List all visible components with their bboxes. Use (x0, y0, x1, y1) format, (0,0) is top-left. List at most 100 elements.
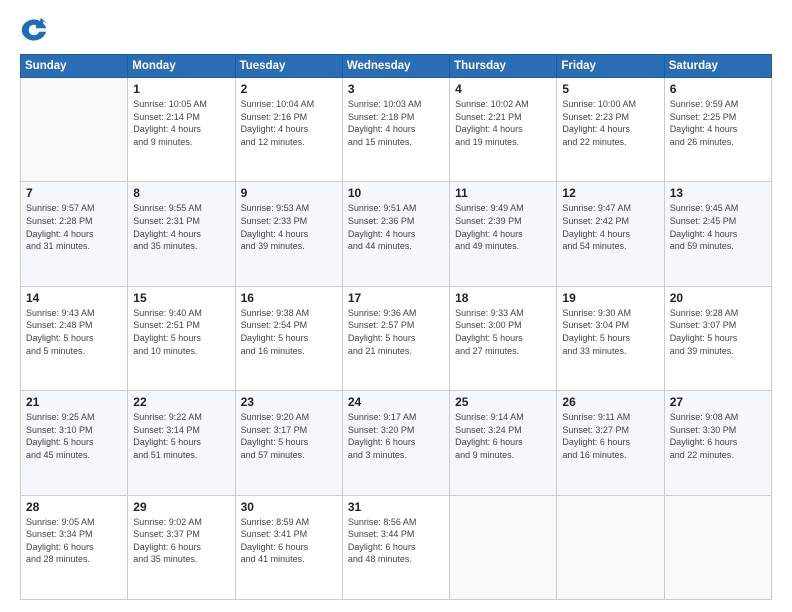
day-info: Sunrise: 9:22 AM Sunset: 3:14 PM Dayligh… (133, 411, 229, 461)
day-info: Sunrise: 9:14 AM Sunset: 3:24 PM Dayligh… (455, 411, 551, 461)
calendar-cell: 10 Sunrise: 9:51 AM Sunset: 2:36 PM Dayli… (342, 182, 449, 286)
weekday-header-saturday: Saturday (664, 55, 771, 78)
logo (20, 16, 50, 44)
calendar-cell: 11Sunrise: 9:49 AM Sunset: 2:39 PM Dayli… (450, 182, 557, 286)
weekday-row: SundayMondayTuesdayWednesdayThursdayFrid… (21, 55, 772, 78)
weekday-header-sunday: Sunday (21, 55, 128, 78)
weekday-header-tuesday: Tuesday (235, 55, 342, 78)
calendar-cell: 19 Sunrise: 9:30 AM Sunset: 3:04 PM Dayli… (557, 286, 664, 390)
weekday-header-friday: Friday (557, 55, 664, 78)
day-number: 12 (562, 186, 658, 200)
day-number: 11 (455, 186, 551, 200)
day-number: 30 (241, 500, 337, 514)
calendar-cell (557, 495, 664, 599)
calendar-cell: 28Sunrise: 9:05 AM Sunset: 3:34 PM Dayli… (21, 495, 128, 599)
calendar-cell: 12 Sunrise: 9:47 AM Sunset: 2:42 PM Dayli… (557, 182, 664, 286)
day-number: 8 (133, 186, 229, 200)
calendar-cell: 29 Sunrise: 9:02 AM Sunset: 3:37 PM Dayli… (128, 495, 235, 599)
day-info: Sunrise: 9:43 AM Sunset: 2:48 PM Dayligh… (26, 307, 122, 357)
calendar-cell: 5Sunrise: 10:00 AM Sunset: 2:23 PM Dayli… (557, 78, 664, 182)
day-info: Sunrise: 8:59 AM Sunset: 3:41 PM Dayligh… (241, 516, 337, 566)
calendar-cell: 1Sunrise: 10:05 AM Sunset: 2:14 PM Dayli… (128, 78, 235, 182)
day-info: Sunrise: 9:30 AM Sunset: 3:04 PM Dayligh… (562, 307, 658, 357)
day-number: 22 (133, 395, 229, 409)
day-info: Sunrise: 9:36 AM Sunset: 2:57 PM Dayligh… (348, 307, 444, 357)
calendar-cell: 3 Sunrise: 10:03 AM Sunset: 2:18 PM Dayli… (342, 78, 449, 182)
day-number: 13 (670, 186, 766, 200)
day-info: Sunrise: 9:40 AM Sunset: 2:51 PM Dayligh… (133, 307, 229, 357)
calendar-cell: 26Sunrise: 9:11 AM Sunset: 3:27 PM Dayli… (557, 391, 664, 495)
calendar-cell (450, 495, 557, 599)
day-number: 2 (241, 82, 337, 96)
day-info: Sunrise: 9:38 AM Sunset: 2:54 PM Dayligh… (241, 307, 337, 357)
day-number: 21 (26, 395, 122, 409)
day-number: 28 (26, 500, 122, 514)
calendar-header: SundayMondayTuesdayWednesdayThursdayFrid… (21, 55, 772, 78)
calendar-cell: 16 Sunrise: 9:38 AM Sunset: 2:54 PM Dayli… (235, 286, 342, 390)
calendar-cell: 4 Sunrise: 10:02 AM Sunset: 2:21 PM Dayli… (450, 78, 557, 182)
day-number: 19 (562, 291, 658, 305)
day-info: Sunrise: 9:57 AM Sunset: 2:28 PM Dayligh… (26, 202, 122, 252)
calendar-cell: 2 Sunrise: 10:04 AM Sunset: 2:16 PM Dayli… (235, 78, 342, 182)
day-number: 16 (241, 291, 337, 305)
calendar-cell: 17 Sunrise: 9:36 AM Sunset: 2:57 PM Dayli… (342, 286, 449, 390)
day-info: Sunrise: 9:28 AM Sunset: 3:07 PM Dayligh… (670, 307, 766, 357)
calendar-cell: 20Sunrise: 9:28 AM Sunset: 3:07 PM Dayli… (664, 286, 771, 390)
day-number: 17 (348, 291, 444, 305)
day-info: Sunrise: 10:03 AM Sunset: 2:18 PM Daylig… (348, 98, 444, 148)
day-number: 29 (133, 500, 229, 514)
calendar-week-2: 7Sunrise: 9:57 AM Sunset: 2:28 PM Daylig… (21, 182, 772, 286)
day-number: 27 (670, 395, 766, 409)
day-number: 31 (348, 500, 444, 514)
calendar-table: SundayMondayTuesdayWednesdayThursdayFrid… (20, 54, 772, 600)
calendar-week-5: 28Sunrise: 9:05 AM Sunset: 3:34 PM Dayli… (21, 495, 772, 599)
day-number: 10 (348, 186, 444, 200)
calendar-week-3: 14 Sunrise: 9:43 AM Sunset: 2:48 PM Dayli… (21, 286, 772, 390)
calendar-cell: 13 Sunrise: 9:45 AM Sunset: 2:45 PM Dayli… (664, 182, 771, 286)
calendar-cell: 21 Sunrise: 9:25 AM Sunset: 3:10 PM Dayli… (21, 391, 128, 495)
logo-icon (20, 16, 48, 44)
calendar-week-4: 21 Sunrise: 9:25 AM Sunset: 3:10 PM Dayli… (21, 391, 772, 495)
calendar-cell: 18 Sunrise: 9:33 AM Sunset: 3:00 PM Dayli… (450, 286, 557, 390)
day-info: Sunrise: 9:51 AM Sunset: 2:36 PM Dayligh… (348, 202, 444, 252)
weekday-header-thursday: Thursday (450, 55, 557, 78)
day-info: Sunrise: 10:02 AM Sunset: 2:21 PM Daylig… (455, 98, 551, 148)
page: SundayMondayTuesdayWednesdayThursdayFrid… (0, 0, 792, 612)
calendar-cell: 22 Sunrise: 9:22 AM Sunset: 3:14 PM Dayli… (128, 391, 235, 495)
calendar-cell: 9Sunrise: 9:53 AM Sunset: 2:33 PM Daylig… (235, 182, 342, 286)
day-info: Sunrise: 9:53 AM Sunset: 2:33 PM Dayligh… (241, 202, 337, 252)
calendar-cell: 24Sunrise: 9:17 AM Sunset: 3:20 PM Dayli… (342, 391, 449, 495)
day-info: Sunrise: 9:47 AM Sunset: 2:42 PM Dayligh… (562, 202, 658, 252)
day-info: Sunrise: 9:02 AM Sunset: 3:37 PM Dayligh… (133, 516, 229, 566)
weekday-header-monday: Monday (128, 55, 235, 78)
calendar-cell (21, 78, 128, 182)
calendar-cell: 14 Sunrise: 9:43 AM Sunset: 2:48 PM Dayli… (21, 286, 128, 390)
day-number: 5 (562, 82, 658, 96)
day-number: 25 (455, 395, 551, 409)
weekday-header-wednesday: Wednesday (342, 55, 449, 78)
day-info: Sunrise: 9:20 AM Sunset: 3:17 PM Dayligh… (241, 411, 337, 461)
calendar-week-1: 1Sunrise: 10:05 AM Sunset: 2:14 PM Dayli… (21, 78, 772, 182)
day-info: Sunrise: 9:55 AM Sunset: 2:31 PM Dayligh… (133, 202, 229, 252)
calendar-cell: 6Sunrise: 9:59 AM Sunset: 2:25 PM Daylig… (664, 78, 771, 182)
calendar-cell: 8 Sunrise: 9:55 AM Sunset: 2:31 PM Daylig… (128, 182, 235, 286)
calendar-cell: 23 Sunrise: 9:20 AM Sunset: 3:17 PM Dayli… (235, 391, 342, 495)
calendar-cell: 15Sunrise: 9:40 AM Sunset: 2:51 PM Dayli… (128, 286, 235, 390)
day-info: Sunrise: 9:59 AM Sunset: 2:25 PM Dayligh… (670, 98, 766, 148)
day-number: 4 (455, 82, 551, 96)
calendar-cell: 31Sunrise: 8:56 AM Sunset: 3:44 PM Dayli… (342, 495, 449, 599)
day-number: 23 (241, 395, 337, 409)
day-info: Sunrise: 9:25 AM Sunset: 3:10 PM Dayligh… (26, 411, 122, 461)
header (20, 16, 772, 44)
day-info: Sunrise: 10:05 AM Sunset: 2:14 PM Daylig… (133, 98, 229, 148)
day-number: 24 (348, 395, 444, 409)
calendar-cell: 30 Sunrise: 8:59 AM Sunset: 3:41 PM Dayli… (235, 495, 342, 599)
day-number: 3 (348, 82, 444, 96)
day-number: 14 (26, 291, 122, 305)
calendar-cell (664, 495, 771, 599)
calendar-cell: 7Sunrise: 9:57 AM Sunset: 2:28 PM Daylig… (21, 182, 128, 286)
day-info: Sunrise: 9:45 AM Sunset: 2:45 PM Dayligh… (670, 202, 766, 252)
day-info: Sunrise: 9:33 AM Sunset: 3:00 PM Dayligh… (455, 307, 551, 357)
day-info: Sunrise: 10:04 AM Sunset: 2:16 PM Daylig… (241, 98, 337, 148)
day-number: 18 (455, 291, 551, 305)
